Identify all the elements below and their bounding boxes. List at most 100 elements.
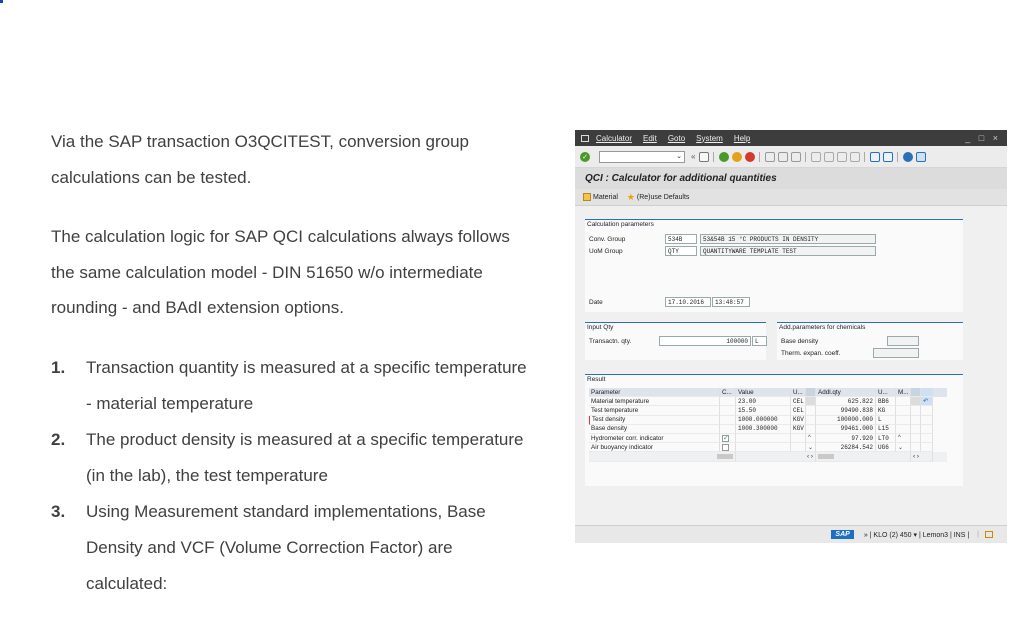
- menu-help[interactable]: Help: [734, 134, 750, 143]
- toolbar-icons: «: [689, 151, 927, 162]
- lock-icon[interactable]: [985, 531, 993, 538]
- group-title: Result: [587, 376, 606, 383]
- air-buoyancy-checkbox[interactable]: [722, 443, 729, 451]
- table-row[interactable]: Material temperature 23.00 CEL 625.822 B…: [589, 397, 947, 407]
- uom-group-input[interactable]: QTY: [665, 246, 697, 256]
- group-title: Add.parameters for chemicals: [779, 324, 866, 331]
- date-row: Date 17.10.2016 13:48:57: [589, 297, 750, 307]
- date-input[interactable]: 17.10.2016: [665, 297, 711, 307]
- table-config-icon[interactable]: [921, 388, 933, 398]
- sap-logo: SAP: [831, 530, 854, 539]
- sap-window: Calculator Edit Goto System Help _ □ × ✓…: [575, 130, 1007, 543]
- menu-system[interactable]: System: [696, 134, 723, 143]
- table-row[interactable]: Test density 1000.000000 KGV 100000.000 …: [589, 415, 947, 425]
- print-icon[interactable]: [764, 151, 775, 162]
- group-title: Calculation parameters: [587, 221, 654, 228]
- toolbar-separator: [897, 151, 899, 162]
- table-row[interactable]: Air buoyancy indicator ⌄ 26284.542 UG6 ⌄: [589, 443, 947, 453]
- therm-expansion-row: Therm. expan. coeff.: [781, 348, 919, 358]
- column-settings-icon[interactable]: [911, 388, 921, 398]
- back-icon[interactable]: [718, 151, 729, 162]
- table-header: Parameter C... Value U... Addl.qty U... …: [589, 388, 947, 398]
- scroll-down-icon[interactable]: ⌄: [898, 444, 903, 451]
- standard-toolbar: ✓ ⌄ «: [575, 146, 1007, 168]
- chevron-down-icon[interactable]: ⌄: [676, 152, 682, 160]
- intro-paragraph: Via the SAP transaction O3QCITEST, conve…: [51, 132, 469, 187]
- base-density-input[interactable]: [887, 336, 919, 346]
- hydrometer-checkbox[interactable]: ✓: [722, 434, 729, 442]
- result-table: Parameter C... Value U... Addl.qty U... …: [589, 388, 947, 462]
- transaction-qty-row: Transactn. qty. 100000 L: [589, 336, 767, 346]
- group-title: Input Qty: [587, 324, 614, 331]
- base-density-row: Base density: [781, 336, 919, 346]
- menu-bar: Calculator Edit Goto System Help _ □ ×: [575, 130, 1007, 146]
- uom-group-description: QUANTITYWARE TEMPLATE TEST: [700, 246, 876, 256]
- find-next-icon[interactable]: [790, 151, 801, 162]
- horizontal-scrollbar-row: ‹ › ‹ ›: [589, 452, 947, 462]
- toolbar-separator: [713, 151, 715, 162]
- menu-edit[interactable]: Edit: [643, 134, 657, 143]
- find-icon[interactable]: [777, 151, 788, 162]
- result-group: Result Parameter C... Value U... Addl.qt…: [585, 374, 963, 486]
- therm-expansion-input[interactable]: [873, 348, 919, 358]
- system-menu-icon[interactable]: [581, 134, 589, 142]
- list-item: 1. Transaction quantity is measured at a…: [51, 358, 527, 413]
- input-qty-group: Input Qty Transactn. qty. 100000 L: [585, 322, 767, 360]
- screen-title: QCI : Calculator for additional quantiti…: [575, 168, 1007, 189]
- scroll-arrows[interactable]: ‹ ›: [736, 452, 816, 462]
- table-row[interactable]: Hydrometer corr. indicator ✓ ^ 97.920 LT…: [589, 433, 947, 444]
- table-row[interactable]: Base density 1000.300000 KGV 99461.000 L…: [589, 424, 947, 434]
- window-controls[interactable]: _ □ ×: [965, 133, 1001, 143]
- menu-goto[interactable]: Goto: [668, 134, 685, 143]
- command-field[interactable]: ⌄: [599, 150, 685, 163]
- time-input[interactable]: 13:48:57: [712, 297, 750, 307]
- conv-group-input[interactable]: 534B: [665, 234, 697, 244]
- last-page-icon[interactable]: [849, 151, 860, 162]
- transaction-qty-input[interactable]: 100000: [659, 336, 751, 346]
- corner-marker: [0, 0, 3, 3]
- help-icon[interactable]: [902, 151, 913, 162]
- list-item: 2. The product density is measured at a …: [51, 430, 524, 485]
- calculation-parameters-group: Calculation parameters Conv. Group 534B …: [585, 219, 963, 312]
- transaction-unit-input[interactable]: L: [752, 336, 767, 346]
- star-icon: ★: [626, 192, 635, 202]
- new-session-icon[interactable]: [869, 151, 880, 162]
- scroll-down-icon[interactable]: ⌄: [808, 444, 813, 451]
- enter-icon[interactable]: ✓: [580, 151, 590, 162]
- list-item: 3. Using Measurement standard implementa…: [51, 502, 486, 593]
- scroll-up-icon[interactable]: ^: [898, 435, 901, 441]
- shortcut-icon[interactable]: [882, 151, 893, 162]
- material-button[interactable]: Material: [583, 193, 618, 201]
- cancel-icon[interactable]: [744, 151, 755, 162]
- scroll-arrows[interactable]: ‹ ›: [911, 452, 933, 462]
- system-info[interactable]: » | KLO (2) 450 ▾ | Lemon3 | INS |: [864, 531, 969, 539]
- undo-icon[interactable]: ↶: [921, 397, 933, 407]
- conv-group-description: 53&54B 15 °C PRODUCTS IN DENSITY: [700, 234, 876, 244]
- scroll-up-icon[interactable]: ^: [808, 435, 811, 441]
- table-row[interactable]: Test temperature 15.50 CEL 99490.838 KG: [589, 406, 947, 416]
- status-separator: |: [977, 531, 979, 538]
- scrollbar-thumb[interactable]: [818, 453, 834, 459]
- toolbar-separator: [805, 151, 807, 162]
- conv-group-row: Conv. Group 534B 53&54B 15 °C PRODUCTS I…: [589, 234, 876, 244]
- previous-page-icon[interactable]: [823, 151, 834, 162]
- additional-parameters-group: Add.parameters for chemicals Base densit…: [777, 322, 963, 360]
- status-bar: SAP » | KLO (2) 450 ▾ | Lemon3 | INS | |: [575, 525, 1007, 543]
- save-icon[interactable]: [698, 151, 709, 162]
- material-icon: [583, 193, 591, 201]
- scrollbar-thumb[interactable]: [717, 453, 733, 459]
- collapse-icon[interactable]: «: [691, 152, 695, 161]
- next-page-icon[interactable]: [836, 151, 847, 162]
- layout-icon[interactable]: [915, 151, 926, 162]
- column-settings-icon[interactable]: [806, 388, 816, 398]
- reuse-defaults-button[interactable]: ★ (Re)use Defaults: [626, 192, 690, 202]
- menu-calculator[interactable]: Calculator: [596, 134, 632, 143]
- logic-paragraph: The calculation logic for SAP QCI calcul…: [51, 227, 510, 317]
- first-page-icon[interactable]: [810, 151, 821, 162]
- toolbar-separator: [759, 151, 761, 162]
- toolbar-separator: [864, 151, 866, 162]
- application-toolbar: Material ★ (Re)use Defaults: [575, 189, 1007, 206]
- exit-icon[interactable]: [731, 151, 742, 162]
- uom-group-row: UoM Group QTY QUANTITYWARE TEMPLATE TEST: [589, 246, 876, 256]
- steps-list: 1. Transaction quantity is measured at a…: [51, 350, 527, 602]
